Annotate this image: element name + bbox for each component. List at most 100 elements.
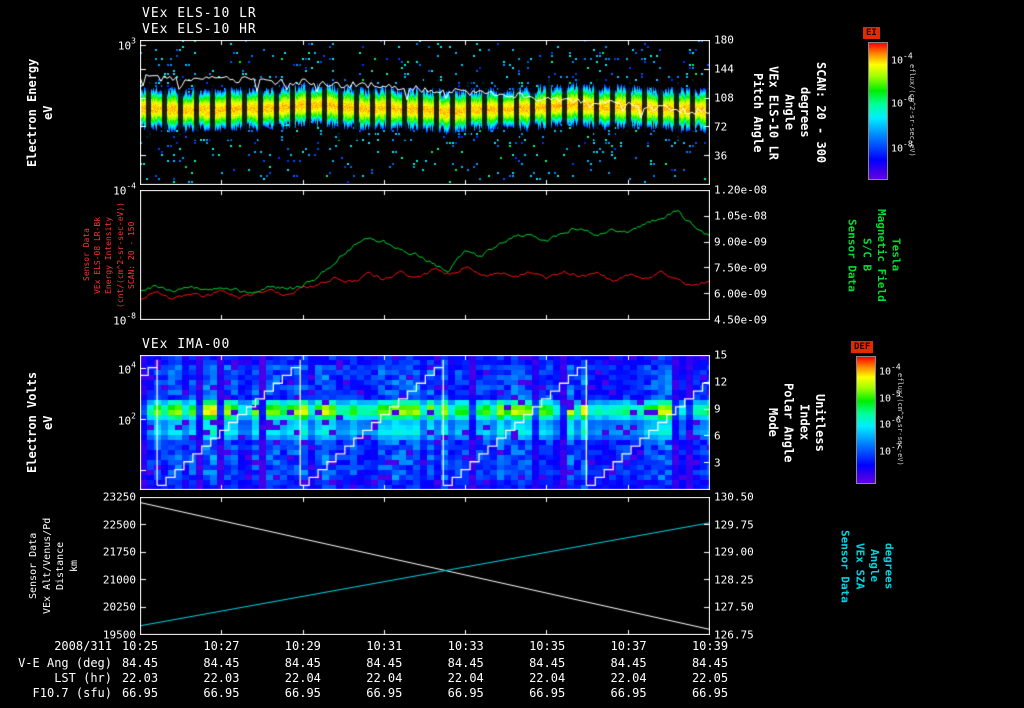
def-colorbar-title: DEF — [851, 341, 874, 353]
axis-tick-label: 36 — [714, 149, 728, 163]
axis-tick-label: 20250 — [102, 600, 136, 614]
axis-tick-label: 72 — [714, 120, 728, 134]
table-value: 84.45 — [610, 656, 647, 670]
els-right-axis-label-line: Angle — [782, 94, 797, 131]
axis-tick-label: 10-8 — [891, 139, 913, 155]
time-tick-label: 10:31 — [366, 639, 403, 653]
table-value: 66.95 — [121, 686, 159, 700]
table-value: 22.05 — [691, 671, 729, 685]
traj-left-axis-label-line: km — [68, 559, 80, 573]
els-y-axis-label-line: Electron Energy — [25, 58, 39, 167]
table-value: 84.45 — [203, 656, 240, 670]
mag-right-axis-label-line: S/C B — [860, 238, 874, 272]
ei-colorbar — [868, 42, 888, 180]
table-value: 84.45 — [366, 656, 403, 670]
axis-tick-label: 6.00e-09 — [714, 287, 767, 301]
axis-tick-label: 108 — [714, 91, 734, 105]
axis-tick-label: 129.75 — [714, 518, 754, 532]
table-value: 66.95 — [366, 686, 403, 700]
panel-title-els-hr: VEx ELS-10 HR — [142, 22, 257, 37]
time-tick-label: 10:39 — [691, 639, 729, 653]
axis-tick-label: 15 — [714, 348, 728, 362]
els-right-axis-label-line: SCAN: 20 - 300 — [813, 61, 828, 164]
table-value: 84.45 — [447, 656, 484, 670]
table-value: 22.03 — [203, 671, 240, 685]
trajectory-plot-canvas — [140, 497, 710, 635]
axis-tick-label: 10-4 — [891, 51, 913, 67]
axis-tick-label: 3 — [714, 456, 721, 470]
axis-tick-label: 10-6 — [879, 415, 901, 431]
mag-right-axis-label-line: Sensor Data — [845, 218, 859, 292]
ima-y-axis-label-line: eV — [40, 415, 55, 430]
traj-right-axis-label-line: Sensor Data — [838, 529, 852, 603]
table-value: 66.95 — [691, 686, 729, 700]
ima-right-axis-label: Mode Polar Angle Index Unitless — [765, 355, 827, 490]
table-value: 22.03 — [121, 671, 159, 685]
traj-left-axis-label-line: VEx Alt/Venus/Pd — [41, 517, 53, 615]
panel-title-ima: VEx IMA-00 — [142, 337, 231, 352]
table-row-label: V-E Ang (deg) — [18, 656, 112, 670]
traj-right-axis-label: Sensor Data VEx SZA Angle degrees — [838, 497, 896, 635]
table-value: 84.45 — [121, 656, 159, 670]
axis-tick-label: 9 — [714, 402, 721, 416]
table-value: 66.95 — [284, 686, 321, 700]
mag-left-axis-label-line: Energy Intensity — [104, 216, 114, 294]
mag-right-axis-label-line: Tesla — [889, 238, 903, 272]
mag-left-axis-label-line: (cnt/(cm^2-sr-sec-eV)) — [115, 202, 125, 308]
axis-tick-label: 22500 — [102, 518, 136, 532]
axis-tick-label: 21000 — [102, 573, 136, 587]
els-y-axis-label-line: eV — [40, 105, 55, 120]
mag-left-axis-label-line: Sensor Data — [82, 228, 91, 282]
table-value: 84.45 — [284, 656, 321, 670]
els-right-axis-label-line: degrees — [798, 87, 813, 138]
axis-tick-label: 180 — [714, 33, 734, 47]
axis-tick-label: 104 — [117, 360, 136, 376]
axis-tick-label: 21750 — [102, 545, 136, 559]
vex-quicklook-plot-page: VEx ELS-10 LR VEx ELS-10 HR VEx IMA-00 E… — [0, 0, 1024, 708]
table-value: 66.95 — [529, 686, 566, 700]
axis-tick-label: 10-4 — [879, 362, 901, 378]
axis-tick-label: 9.00e-09 — [714, 235, 767, 249]
axis-tick-label: 144 — [714, 62, 734, 76]
table-value: 66.95 — [447, 686, 484, 700]
axis-tick-label: 1.05e-08 — [714, 209, 767, 223]
ima-right-axis-label-line: Mode — [765, 408, 780, 437]
table-value: 22.04 — [447, 671, 484, 685]
ima-y-axis-label-line: Electron Volts — [25, 371, 39, 474]
table-value: 84.45 — [691, 656, 729, 670]
els-y-axis-label: Electron Energy eV — [25, 40, 56, 185]
mag-right-axis-label-line: Magnetic Field — [874, 208, 888, 302]
axis-tick-label: 10-4 — [113, 181, 136, 198]
table-value: 66.95 — [610, 686, 647, 700]
time-tick-label: 10:35 — [529, 639, 566, 653]
axis-tick-label: 102 — [117, 411, 136, 428]
table-value: 22.04 — [610, 671, 647, 685]
time-tick-label: 10:37 — [610, 639, 647, 653]
axis-tick-label: 23250 — [102, 490, 136, 504]
ei-colorbar-title: EI — [863, 27, 880, 39]
els-right-axis-label-line: VEx ELS-10 LR — [766, 65, 781, 160]
ima-y-axis-label: Electron Volts eV — [25, 355, 56, 490]
table-value: 84.45 — [529, 656, 566, 670]
time-tick-label: 10:33 — [447, 639, 484, 653]
traj-right-axis-label-line: degrees — [882, 542, 896, 590]
table-row-label: LST (hr) — [54, 671, 112, 685]
ima-right-axis-label-line: Index — [797, 404, 812, 441]
axis-tick-label: 129.00 — [714, 545, 754, 559]
traj-right-axis-label-line: Angle — [867, 549, 881, 583]
traj-left-axis-label: Sensor Data VEx Alt/Venus/Pd Distance km — [28, 497, 80, 635]
axis-tick-label: 1.20e-08 — [714, 183, 767, 197]
mag-left-axis-label-line: SCAN: 20 - 150 — [126, 221, 136, 289]
axis-tick-label: 6 — [714, 429, 721, 443]
axis-tick-label: 10-5 — [879, 388, 901, 405]
axis-tick-label: 128.25 — [714, 573, 754, 587]
axis-tick-label: 10-8 — [113, 311, 136, 328]
axis-tick-label: 7.50e-09 — [714, 261, 767, 275]
mag-right-axis-label: Sensor Data S/C B Magnetic Field Tesla — [845, 190, 903, 320]
table-value: 66.95 — [203, 686, 240, 700]
ima-spectrogram-canvas — [140, 355, 710, 490]
axis-tick-label: 127.50 — [714, 600, 754, 614]
table-value: 22.04 — [529, 671, 566, 685]
time-tick-label: 10:27 — [203, 639, 240, 653]
mag-left-axis-label-line: VEx ELS-08 LR-Bk — [93, 216, 103, 294]
